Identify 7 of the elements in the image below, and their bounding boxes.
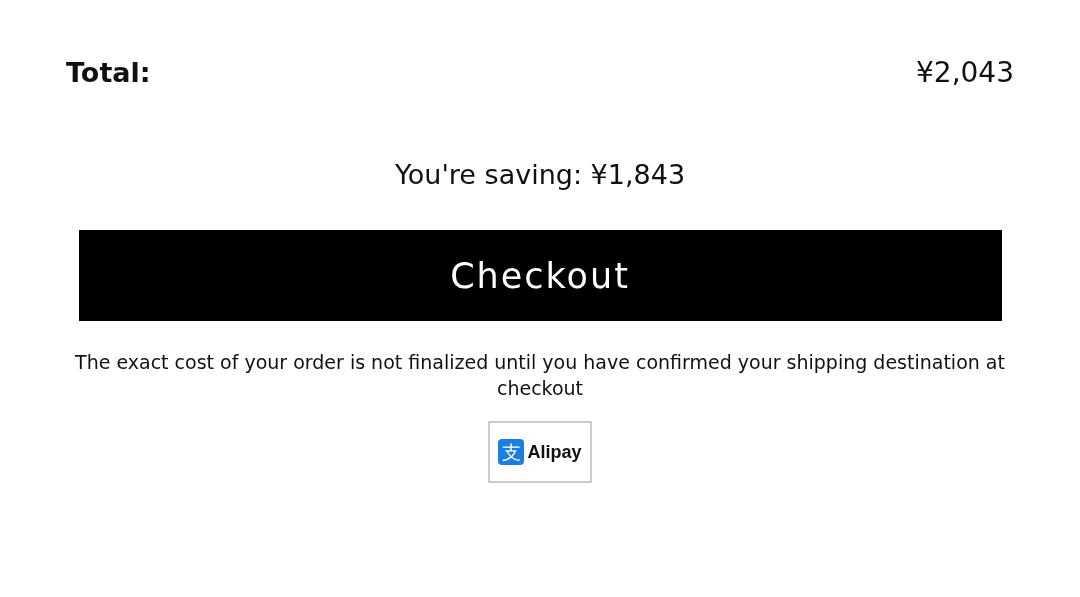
shipping-note: The exact cost of your order is not finalized until you have confirmed your shipping destination at checkout	[74, 350, 1006, 401]
total-label: Total:	[66, 57, 151, 88]
payment-name: Alipay	[527, 441, 582, 463]
total-amount: ¥2,043	[916, 56, 1014, 89]
alipay-logo-icon: 支	[498, 439, 525, 465]
savings-text: You're saving: ¥1,843	[394, 159, 686, 190]
checkout-button[interactable]: Checkout	[78, 230, 1002, 321]
